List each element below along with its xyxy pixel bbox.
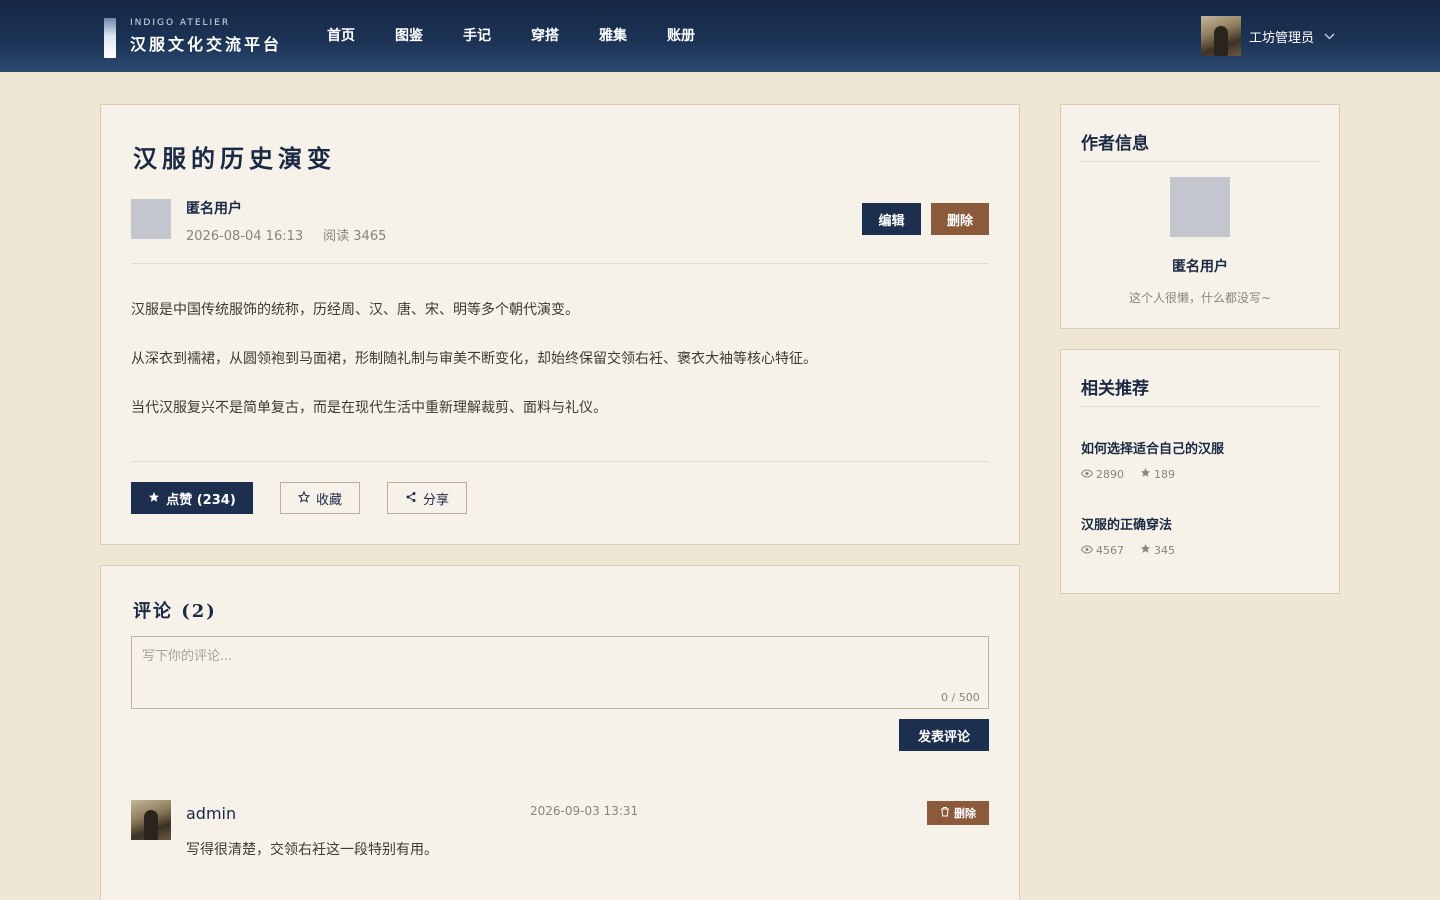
brand-subtitle: INDIGO ATELIER bbox=[130, 18, 231, 28]
star-icon bbox=[1140, 467, 1151, 481]
favorite-label: 收藏 bbox=[315, 492, 342, 508]
user-name: 工坊管理员 bbox=[1249, 30, 1315, 46]
divider bbox=[1081, 406, 1319, 407]
author-info-card: 作者信息 匿名用户 这个人很懒，什么都没写~ bbox=[1060, 104, 1340, 329]
related-item-title[interactable]: 汉服的正确穿法 bbox=[1081, 514, 1172, 533]
article-paragraph: 从深衣到襦裙，从圆领袍到马面裙，形制随礼制与审美不断变化，却始终保留交领右衽、褒… bbox=[131, 351, 817, 367]
share-icon bbox=[405, 491, 417, 506]
favorite-button[interactable]: 收藏 bbox=[280, 482, 360, 514]
share-label: 分享 bbox=[422, 492, 449, 508]
delete-comment-label: 删除 bbox=[954, 807, 976, 820]
nav-item-outfits[interactable]: 穿搭 bbox=[531, 0, 559, 72]
divider bbox=[131, 263, 989, 264]
star-outline-icon bbox=[297, 490, 311, 506]
nav-item-notes[interactable]: 手记 bbox=[463, 0, 491, 72]
comments-card: 评论 (2) 0 / 500 发表评论 admin 2026-09-03 13:… bbox=[100, 565, 1020, 900]
article-paragraph: 汉服是中国传统服饰的统称，历经周、汉、唐、宋、明等多个朝代演变。 bbox=[131, 302, 579, 318]
comment-text: 写得很清楚，交领右衽这一段特别有用。 bbox=[186, 842, 438, 858]
article-title: 汉服的历史演变 bbox=[133, 144, 336, 173]
eye-icon bbox=[1080, 544, 1094, 557]
star-icon bbox=[148, 491, 160, 506]
related-item-stars: 189 bbox=[1154, 467, 1175, 481]
brand-mark-icon bbox=[104, 18, 116, 58]
share-button[interactable]: 分享 bbox=[387, 482, 467, 514]
article-card: 汉服的历史演变 匿名用户 2026-08-04 16:13 阅读 3465 编辑 … bbox=[100, 104, 1020, 545]
divider bbox=[131, 461, 989, 462]
comment-char-count: 0 / 500 bbox=[941, 691, 980, 704]
nav-item-events[interactable]: 雅集 bbox=[599, 0, 627, 72]
author-avatar[interactable] bbox=[131, 199, 171, 239]
like-label: 点赞 (234) bbox=[166, 492, 236, 508]
brand-title: 汉服文化交流平台 bbox=[130, 35, 283, 54]
nav-item-gallery[interactable]: 图鉴 bbox=[395, 0, 423, 72]
article-reads: 阅读 3465 bbox=[323, 229, 387, 244]
author-card-bio: 这个人很懒，什么都没写~ bbox=[1128, 291, 1272, 305]
related-title: 相关推荐 bbox=[1081, 379, 1149, 399]
related-item-title[interactable]: 如何选择适合自己的汉服 bbox=[1081, 438, 1224, 457]
comment-time: 2026-09-03 13:31 bbox=[530, 804, 639, 818]
delete-comment-button[interactable]: 删除 bbox=[927, 801, 989, 825]
author-card-name[interactable]: 匿名用户 bbox=[1061, 256, 1339, 276]
related-card: 相关推荐 如何选择适合自己的汉服 2890 189 汉服的正确穿法 4567 3… bbox=[1060, 349, 1340, 594]
related-item-stars: 345 bbox=[1154, 543, 1175, 557]
edit-button[interactable]: 编辑 bbox=[862, 203, 921, 235]
comment-input[interactable] bbox=[131, 636, 989, 709]
like-button[interactable]: 点赞 (234) bbox=[131, 482, 253, 514]
star-icon bbox=[1140, 543, 1151, 557]
related-item-views: 2890 bbox=[1096, 467, 1124, 481]
article-meta: 2026-08-04 16:13 阅读 3465 bbox=[186, 225, 386, 244]
delete-button[interactable]: 删除 bbox=[931, 203, 989, 235]
related-item-views: 4567 bbox=[1096, 543, 1124, 557]
article-author[interactable]: 匿名用户 bbox=[186, 198, 242, 218]
post-comment-button[interactable]: 发表评论 bbox=[899, 719, 989, 751]
eye-icon bbox=[1080, 468, 1094, 481]
related-item-stats: 2890 189 bbox=[1080, 467, 1191, 481]
nav-item-home[interactable]: 首页 bbox=[327, 0, 355, 72]
article-date: 2026-08-04 16:13 bbox=[186, 229, 304, 244]
user-avatar[interactable] bbox=[1201, 16, 1241, 56]
commenter-avatar[interactable] bbox=[131, 800, 171, 840]
trash-icon bbox=[940, 806, 950, 820]
divider bbox=[1081, 161, 1319, 162]
author-card-avatar[interactable] bbox=[1170, 177, 1230, 237]
main-nav: 首页 图鉴 手记 穿搭 雅集 账册 bbox=[327, 0, 735, 72]
author-card-title: 作者信息 bbox=[1081, 134, 1149, 154]
commenter-name[interactable]: admin bbox=[186, 804, 236, 823]
nav-item-ledger[interactable]: 账册 bbox=[667, 0, 695, 72]
top-navigation-bar: INDIGO ATELIER 汉服文化交流平台 首页 图鉴 手记 穿搭 雅集 账… bbox=[0, 0, 1440, 72]
chevron-down-icon[interactable] bbox=[1324, 30, 1335, 43]
user-menu[interactable]: 工坊管理员 bbox=[1201, 16, 1335, 56]
article-paragraph: 当代汉服复兴不是简单复古，而是在现代生活中重新理解裁剪、面料与礼仪。 bbox=[131, 400, 607, 416]
related-item-stats: 4567 345 bbox=[1080, 543, 1191, 557]
comments-title: 评论 (2) bbox=[133, 601, 217, 622]
